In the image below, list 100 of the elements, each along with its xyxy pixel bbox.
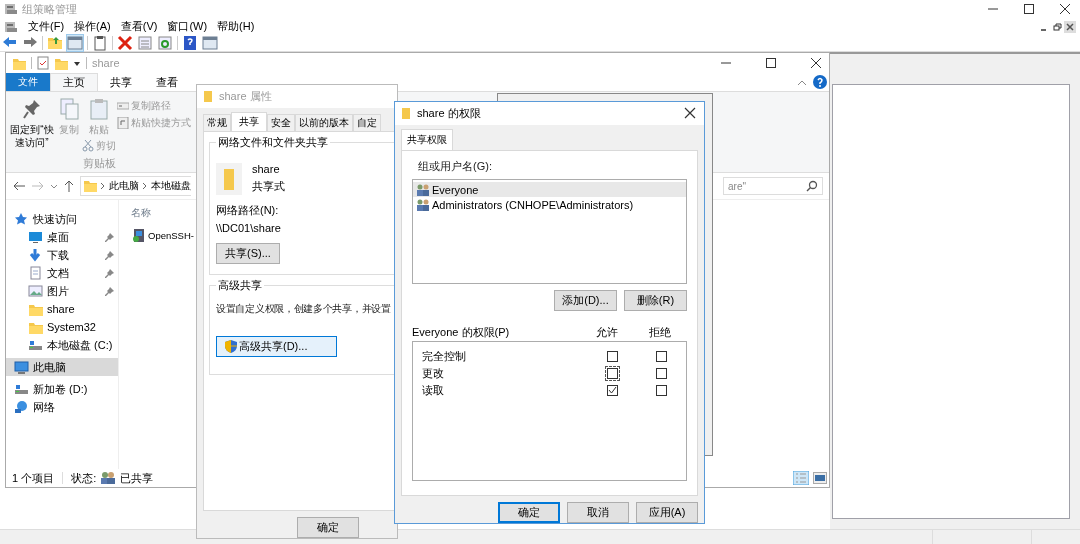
checkbox[interactable] bbox=[656, 351, 668, 362]
window-icon[interactable] bbox=[67, 35, 83, 51]
list-item[interactable]: Administrators (CNHOPE\Administrators) bbox=[413, 197, 686, 212]
close-icon[interactable] bbox=[1064, 20, 1076, 33]
installer-icon bbox=[131, 228, 146, 243]
menu-item[interactable]: 帮助(H) bbox=[217, 19, 255, 34]
close-icon[interactable] bbox=[1060, 4, 1070, 14]
column-header: 拒绝 bbox=[648, 324, 673, 340]
window-title: share 属性 bbox=[219, 88, 272, 104]
description-text: 设置自定义权限，创建多个共享，并设置 bbox=[216, 302, 391, 316]
maximize-icon[interactable] bbox=[766, 58, 776, 68]
close-icon[interactable] bbox=[811, 58, 821, 68]
close-icon[interactable] bbox=[684, 107, 696, 120]
nav-item[interactable]: 本地磁盘 (C:) bbox=[6, 336, 118, 354]
nav-item[interactable]: 快速访问 bbox=[6, 210, 118, 228]
checkbox[interactable] bbox=[656, 385, 668, 396]
status-text: 已共享 bbox=[120, 470, 154, 486]
download-icon bbox=[28, 247, 43, 263]
share-state: 共享式 bbox=[252, 179, 285, 194]
window-icon[interactable] bbox=[202, 35, 218, 51]
nav-item[interactable]: 此电脑 bbox=[6, 358, 118, 376]
ribbon-tab[interactable]: 文件 bbox=[6, 73, 50, 91]
item-count: 1 个项目 bbox=[12, 470, 55, 486]
column-header: 允许 bbox=[595, 324, 620, 340]
delete-icon[interactable] bbox=[117, 35, 133, 51]
ribbon-tab[interactable]: 查看 bbox=[144, 73, 190, 91]
clipboard-icon[interactable] bbox=[92, 35, 108, 51]
pin-icon bbox=[22, 98, 42, 120]
permission-name: 更改 bbox=[421, 366, 445, 381]
folder-up-icon[interactable] bbox=[47, 35, 63, 51]
nav-item[interactable]: System32 bbox=[6, 318, 118, 336]
checkbox[interactable] bbox=[607, 368, 619, 379]
back-icon[interactable] bbox=[12, 180, 26, 192]
path-icon bbox=[117, 100, 129, 112]
tab[interactable]: 共享 bbox=[231, 111, 267, 131]
status-label: 状态: bbox=[71, 470, 97, 486]
folder-icon bbox=[83, 178, 97, 194]
group-title: 网络文件和文件夹共享 bbox=[216, 135, 330, 150]
field-label: 组或用户名(G): bbox=[418, 159, 493, 174]
checkbox[interactable] bbox=[656, 368, 668, 379]
checkbox[interactable] bbox=[607, 351, 619, 362]
tab[interactable]: 共享权限 bbox=[401, 128, 453, 150]
star-icon bbox=[14, 211, 29, 227]
nav-item[interactable]: 网络 bbox=[6, 398, 118, 416]
nav-item[interactable]: 新加卷 (D:) bbox=[6, 380, 118, 398]
nav-item[interactable]: 文档 bbox=[6, 264, 118, 282]
clipboard-icon bbox=[89, 98, 109, 120]
console-icon bbox=[4, 2, 18, 16]
list-item[interactable]: Everyone bbox=[413, 182, 686, 197]
folder-icon bbox=[401, 106, 411, 121]
ok-button[interactable]: 确定 bbox=[297, 517, 359, 538]
pin-button[interactable]: 固定到“快速访问” bbox=[8, 96, 56, 154]
nav-item[interactable]: share bbox=[6, 300, 118, 318]
users-icon bbox=[416, 198, 430, 211]
cancel-button[interactable]: 取消 bbox=[567, 502, 629, 523]
ribbon-tab[interactable]: 主页 bbox=[50, 73, 98, 91]
network-path: \\DC01\share bbox=[216, 222, 281, 234]
group-label: 剪贴板 bbox=[83, 156, 116, 171]
window-title: share 的权限 bbox=[417, 105, 481, 121]
column-header[interactable]: 名称 bbox=[131, 206, 151, 220]
menu-item[interactable]: 操作(A) bbox=[74, 19, 111, 34]
file-item[interactable]: OpenSSH- bbox=[131, 228, 194, 243]
remove-button[interactable]: 删除(R) bbox=[624, 290, 687, 311]
advanced-sharing-button[interactable]: 高级共享(D)... bbox=[216, 336, 337, 357]
users-icon bbox=[100, 471, 117, 485]
ribbon-tab[interactable]: 共享 bbox=[98, 73, 144, 91]
nav-item[interactable]: 桌面 bbox=[6, 228, 118, 246]
ok-button[interactable]: 确定 bbox=[498, 502, 560, 523]
menu-item[interactable]: 文件(F) bbox=[28, 19, 65, 34]
help-icon[interactable] bbox=[813, 75, 827, 89]
menu-item[interactable]: 窗口(W) bbox=[167, 19, 208, 34]
help-icon[interactable] bbox=[182, 35, 198, 51]
shortcut-icon bbox=[117, 117, 129, 129]
permission-name: 完全控制 bbox=[421, 349, 467, 364]
checklist-icon[interactable] bbox=[37, 56, 49, 70]
maximize-icon[interactable] bbox=[1024, 4, 1034, 14]
checkbox[interactable] bbox=[607, 385, 619, 396]
caret-icon[interactable] bbox=[73, 59, 81, 67]
chevron-icon bbox=[142, 182, 148, 190]
share-name: share bbox=[252, 163, 281, 175]
menu-item[interactable]: 查看(V) bbox=[120, 19, 158, 34]
address-field[interactable]: 此电脑 本地磁盘 bbox=[80, 176, 191, 196]
up-icon[interactable] bbox=[63, 180, 75, 192]
chevron-icon bbox=[100, 182, 106, 190]
nav-item[interactable]: 下载 bbox=[6, 246, 118, 264]
computer-icon bbox=[14, 359, 29, 375]
copy-icon bbox=[59, 98, 79, 120]
folder-icon bbox=[203, 89, 213, 104]
folder-icon bbox=[216, 163, 242, 195]
field-label: Everyone 的权限(P) bbox=[412, 324, 511, 340]
share-button[interactable]: 共享(S)... bbox=[216, 243, 280, 264]
search-field[interactable]: are" bbox=[723, 177, 823, 195]
apply-button[interactable]: 应用(A) bbox=[636, 502, 698, 523]
restore-icon[interactable] bbox=[1051, 20, 1063, 33]
group-title: 高级共享 bbox=[216, 278, 264, 293]
add-button[interactable]: 添加(D)... bbox=[554, 290, 617, 311]
refresh-icon[interactable] bbox=[157, 35, 173, 51]
user-list[interactable]: Everyone Administrators (CNHOPE\Administrators) bbox=[412, 179, 687, 284]
thumbnail-view-icon[interactable] bbox=[813, 472, 827, 484]
nav-item[interactable]: 图片 bbox=[6, 282, 118, 300]
